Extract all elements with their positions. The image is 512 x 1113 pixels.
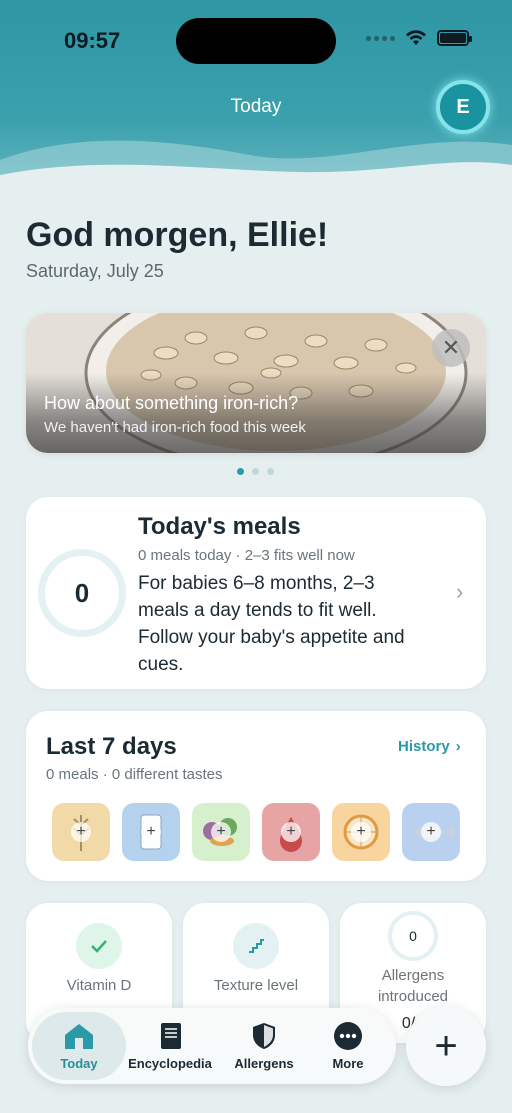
plus-icon: + [141, 822, 161, 842]
shield-icon [253, 1023, 275, 1049]
plus-icon: + [421, 822, 441, 842]
food-iron[interactable]: + [262, 803, 320, 861]
greeting-date: Saturday, July 25 [26, 261, 164, 281]
plus-icon: + [434, 1023, 458, 1068]
page-dot [237, 468, 244, 475]
week-subtitle: 0 meals · 0 different tastes [46, 766, 223, 783]
wifi-icon [406, 30, 426, 45]
week-title: Last 7 days [46, 733, 177, 760]
plus-icon: + [351, 822, 371, 842]
banner-subtitle: We haven't had iron-rich food this week [44, 419, 306, 436]
meals-description: For babies 6–8 months, 2–3 meals a day t… [138, 573, 405, 675]
texture-level-label: Texture level [213, 977, 299, 994]
checkmark-icon [76, 923, 122, 969]
tab-encyclopedia[interactable]: Encyclopedia [126, 1012, 214, 1080]
page-dot [252, 468, 259, 475]
profile-avatar[interactable]: E [436, 80, 490, 134]
chevron-right-icon: › [455, 738, 461, 755]
tab-label: Today [60, 1056, 98, 1071]
tab-bar: Today Encyclopedia Allergens More [28, 1008, 396, 1084]
signal-icon [366, 35, 395, 41]
tab-more[interactable]: More [310, 1012, 386, 1080]
book-icon [161, 1023, 181, 1049]
todays-meals-card[interactable]: 0 Today's meals 0 meals today · 2–3 fits… [26, 497, 486, 689]
tab-label: More [332, 1056, 364, 1071]
banner-title: How about something iron-rich? [44, 393, 299, 413]
vitamin-d-label: Vitamin D [66, 977, 132, 994]
wave-decoration [0, 140, 512, 200]
home-icon [65, 1024, 93, 1049]
greeting-title: God morgen, Ellie! [26, 216, 329, 254]
add-button[interactable]: + [406, 1006, 486, 1086]
battery-icon [437, 30, 472, 46]
close-icon[interactable]: ✕ [432, 329, 470, 367]
food-vegetables[interactable]: + [192, 803, 250, 861]
stairs-icon [233, 923, 279, 969]
food-fish[interactable]: + [402, 803, 460, 861]
dynamic-island [176, 18, 336, 64]
allergens-count-ring: 0 [388, 911, 438, 961]
tab-label: Encyclopedia [128, 1056, 212, 1071]
food-milk[interactable]: + [122, 803, 180, 861]
page-dot [267, 468, 274, 475]
meals-title: Today's meals [138, 513, 301, 540]
plus-icon: + [71, 822, 91, 842]
tab-today[interactable]: Today [32, 1012, 126, 1080]
allergens-label-line2: introduced [377, 988, 449, 1005]
food-group-row: + + + + + + [52, 803, 460, 861]
status-time: 09:57 [64, 28, 121, 53]
food-citrus[interactable]: + [332, 803, 390, 861]
meal-count-ring: 0 [38, 549, 126, 637]
tab-allergens[interactable]: Allergens [218, 1012, 310, 1080]
meals-subtitle: 0 meals today · 2–3 fits well now [138, 547, 355, 564]
banner-page-indicator[interactable] [237, 468, 274, 475]
plus-icon: + [281, 822, 301, 842]
suggestion-banner[interactable]: How about something iron-rich? We haven'… [26, 313, 486, 453]
last-7-days-card: Last 7 days 0 meals · 0 different tastes… [26, 711, 486, 881]
food-grain[interactable]: + [52, 803, 110, 861]
allergens-label-line1: Allergens [381, 967, 445, 984]
plus-icon: + [211, 822, 231, 842]
status-icons [366, 30, 472, 46]
tab-label: Allergens [234, 1056, 294, 1071]
chevron-right-icon: › [456, 579, 464, 604]
history-link[interactable]: History › [398, 738, 461, 755]
history-label: History [398, 738, 450, 755]
more-icon [334, 1022, 362, 1050]
